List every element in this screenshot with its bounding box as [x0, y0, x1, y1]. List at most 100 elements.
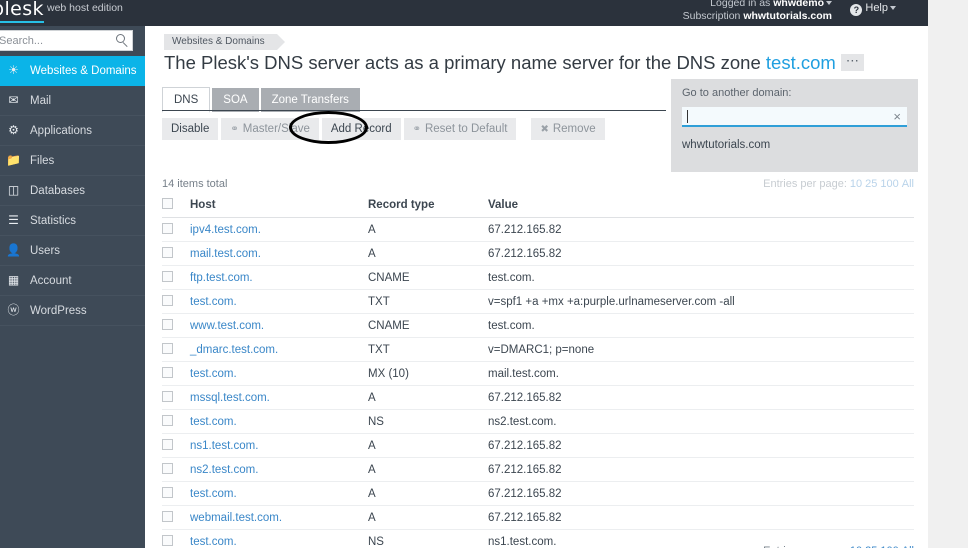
host-link[interactable]: test.com.	[190, 488, 237, 500]
table-row[interactable]: mssql.test.com.A67.212.165.82	[162, 386, 914, 410]
help-menu[interactable]: ?Help	[850, 2, 896, 16]
table-row[interactable]: test.com.MX (10)mail.test.com.	[162, 362, 914, 386]
sidebar-item-websites-domains[interactable]: ☀ Websites & Domains	[0, 56, 145, 86]
column-header-record-type[interactable]: Record type	[368, 194, 488, 218]
row-type: TXT	[368, 338, 488, 362]
sidebar-item-label: Files	[30, 155, 54, 167]
sidebar-item-users[interactable]: 👤 Users	[0, 236, 145, 266]
table-body: ipv4.test.com.A67.212.165.82 mail.test.c…	[162, 218, 914, 548]
reset-to-default-button[interactable]: ⚭ Reset to Default	[404, 118, 517, 140]
search-input[interactable]	[0, 30, 133, 51]
table-row[interactable]: test.com.TXTv=spf1 +a +mx +a:purple.urln…	[162, 290, 914, 314]
tab-zone-transfers[interactable]: Zone Transfers	[261, 88, 360, 112]
domain-search-field[interactable]: ×	[682, 107, 907, 127]
row-checkbox-cell	[162, 266, 190, 290]
table-row[interactable]: mail.test.com.A67.212.165.82	[162, 242, 914, 266]
domain-search-input[interactable]	[682, 108, 887, 126]
help-label: Help	[865, 2, 888, 14]
table-row[interactable]: www.test.com.CNAMEtest.com.	[162, 314, 914, 338]
subscription-row: Subscription whwtutorials.com	[683, 10, 832, 23]
row-host: webmail.test.com.	[190, 506, 368, 530]
row-checkbox[interactable]	[162, 319, 173, 330]
chevron-down-icon[interactable]	[826, 1, 832, 5]
row-checkbox-cell	[162, 218, 190, 242]
tab-soa[interactable]: SOA	[212, 88, 258, 112]
plesk-edition-label: web host edition	[47, 2, 123, 14]
host-link[interactable]: www.test.com.	[190, 320, 264, 332]
breadcrumb[interactable]: Websites & Domains	[164, 34, 277, 50]
row-checkbox[interactable]	[162, 271, 173, 282]
table-row[interactable]: test.com. A67.212.165.82	[162, 482, 914, 506]
add-record-button[interactable]: Add Record	[322, 118, 401, 140]
row-checkbox[interactable]	[162, 295, 173, 306]
disable-button[interactable]: Disable	[162, 118, 218, 140]
row-checkbox[interactable]	[162, 343, 173, 354]
top-bar: plesk web host edition Logged in as whwd…	[0, 0, 928, 26]
row-type: A	[368, 506, 488, 530]
table-row[interactable]: ftp.test.com.CNAMEtest.com.	[162, 266, 914, 290]
row-checkbox[interactable]	[162, 247, 173, 258]
sidebar-item-databases[interactable]: ◫ Databases	[0, 176, 145, 206]
host-link[interactable]: mail.test.com.	[190, 248, 261, 260]
sidebar-item-statistics[interactable]: ☰ Statistics	[0, 206, 145, 236]
row-value: v=spf1 +a +mx +a:purple.urlnameserver.co…	[488, 290, 914, 314]
sidebar-item-wordpress[interactable]: ⓦ WordPress	[0, 296, 145, 326]
row-value: test.com.	[488, 314, 914, 338]
row-checkbox[interactable]	[162, 391, 173, 402]
sidebar-item-mail[interactable]: ✉ Mail	[0, 86, 145, 116]
table-row[interactable]: ns1.test.com.A67.212.165.82	[162, 434, 914, 458]
table-row[interactable]: webmail.test.com.A67.212.165.82	[162, 506, 914, 530]
host-link[interactable]: test.com.	[190, 296, 237, 308]
row-checkbox[interactable]	[162, 511, 173, 522]
host-link[interactable]: ftp.test.com.	[190, 272, 253, 284]
host-link[interactable]: mssql.test.com.	[190, 392, 270, 404]
row-checkbox[interactable]	[162, 463, 173, 474]
column-header-value[interactable]: Value	[488, 194, 914, 218]
question-mark-icon: ?	[850, 4, 862, 16]
table-row[interactable]: test.com.NSns2.test.com.	[162, 410, 914, 434]
reset-icon: ⚭	[413, 124, 421, 135]
host-link[interactable]: ipv4.test.com.	[190, 224, 261, 236]
reset-label: Reset to Default	[425, 123, 507, 135]
sidebar-item-account[interactable]: ▦ Account	[0, 266, 145, 296]
row-checkbox[interactable]	[162, 439, 173, 450]
host-link[interactable]: _dmarc.test.com.	[190, 344, 278, 356]
host-link[interactable]: ns2.test.com.	[190, 464, 258, 476]
row-checkbox[interactable]	[162, 367, 173, 378]
domain-switch-popup: Go to another domain: × whwtutorials.com	[671, 79, 918, 172]
row-type: CNAME	[368, 266, 488, 290]
host-link[interactable]: webmail.test.com.	[190, 512, 282, 524]
sidebar-item-applications[interactable]: ⚙ Applications	[0, 116, 145, 146]
sidebar-item-label: WordPress	[30, 305, 87, 317]
close-icon[interactable]: ×	[893, 109, 901, 124]
row-checkbox[interactable]	[162, 487, 173, 498]
host-link[interactable]: test.com.	[190, 368, 237, 380]
row-checkbox[interactable]	[162, 535, 173, 546]
sidebar: ☀ Websites & Domains ✉ Mail ⚙ Applicatio…	[0, 26, 145, 548]
table-row[interactable]: _dmarc.test.com.TXTv=DMARC1; p=none	[162, 338, 914, 362]
table-row[interactable]: ns2.test.com.A67.212.165.82	[162, 458, 914, 482]
domain-option-whwtutorials[interactable]: whwtutorials.com	[682, 139, 770, 151]
table-row[interactable]: ipv4.test.com.A67.212.165.82	[162, 218, 914, 242]
row-checkbox[interactable]	[162, 415, 173, 426]
row-type: A	[368, 482, 488, 506]
row-value: 67.212.165.82	[488, 482, 914, 506]
search-box[interactable]	[0, 30, 133, 51]
row-checkbox[interactable]	[162, 223, 173, 234]
search-icon[interactable]	[116, 34, 125, 43]
sidebar-item-files[interactable]: 📁 Files	[0, 146, 145, 176]
host-link[interactable]: test.com.	[190, 536, 237, 548]
host-link[interactable]: ns1.test.com.	[190, 440, 258, 452]
sidebar-nav: ☀ Websites & Domains ✉ Mail ⚙ Applicatio…	[0, 56, 145, 326]
logged-in-row[interactable]: Logged in as whwdemo	[683, 0, 832, 10]
row-value: 67.212.165.82	[488, 458, 914, 482]
dns-zone-link[interactable]: test.com	[766, 52, 836, 73]
row-value: ns2.test.com.	[488, 410, 914, 434]
select-all-checkbox[interactable]	[162, 198, 173, 209]
host-link[interactable]: test.com.	[190, 416, 237, 428]
column-header-host[interactable]: Host	[190, 194, 368, 218]
sidebar-item-label: Mail	[30, 95, 51, 107]
more-options-button[interactable]: ⋯	[841, 54, 864, 71]
remove-button[interactable]: ✖Remove	[531, 118, 604, 140]
master-slave-button[interactable]: ⚭Master/Slave	[221, 118, 319, 140]
